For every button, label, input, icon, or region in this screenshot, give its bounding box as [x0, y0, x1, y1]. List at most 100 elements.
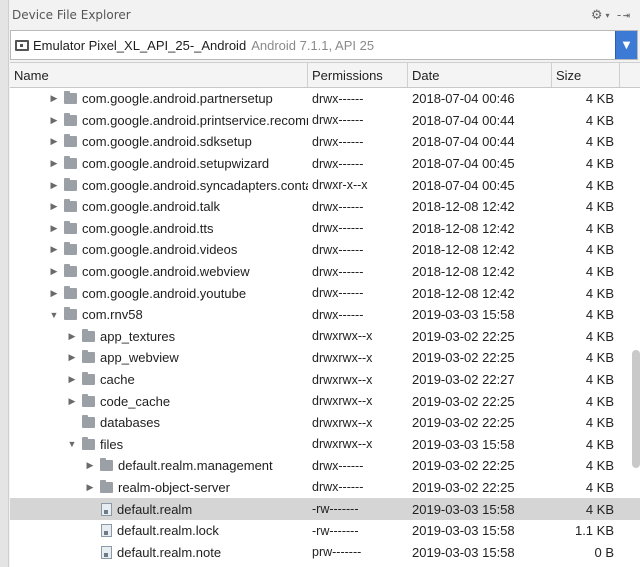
collapsed-arrow-icon[interactable]: ▶	[48, 287, 60, 299]
column-header-size[interactable]: Size	[552, 63, 620, 87]
folder-icon	[82, 415, 95, 429]
collapsed-arrow-icon[interactable]: ▶	[48, 158, 60, 170]
tree-row-size: 4 KB	[585, 134, 614, 150]
tree-row-permissions: drwx------	[312, 221, 364, 236]
tree-row-permissions: -rw-------	[312, 502, 359, 517]
collapsed-arrow-icon[interactable]: ▶	[48, 114, 60, 126]
tree-row-size: 4 KB	[585, 479, 614, 495]
folder-icon	[82, 350, 95, 364]
tree-row[interactable]: ▶ com.google.android.syncadapters.contact…	[10, 174, 640, 196]
collapsed-arrow-icon[interactable]: ▶	[48, 93, 60, 105]
panel-title: Device File Explorer	[12, 8, 131, 22]
tree-row-label: com.google.android.youtube	[82, 285, 247, 301]
tree-row[interactable]: ▶ com.google.android.printservice.recomme…	[10, 110, 640, 132]
folder-icon	[64, 177, 77, 191]
tree-row[interactable]: ▶ code_cache drwxrwx--x 2019-03-02 22:25 4 K…	[10, 390, 640, 412]
tree-row-size: 4 KB	[585, 501, 614, 517]
tree-row-size: 4 KB	[585, 436, 614, 452]
tree-row-label: com.rnv58	[82, 307, 143, 323]
tree-row[interactable]: ▼ com.rnv58 drwx------ 2019-03-03 15:58 4 KB	[10, 304, 640, 326]
gear-icon[interactable]: ⚙	[591, 8, 603, 23]
tree-row-date: 2019-03-03 15:58	[412, 436, 515, 452]
tree-row[interactable]: ▶ realm-object-server drwx------ 2019-03-02…	[10, 477, 640, 499]
collapsed-arrow-icon[interactable]: ▶	[48, 136, 60, 148]
collapsed-arrow-icon[interactable]: ▶	[84, 481, 96, 493]
tree-row-label: default.realm.management	[118, 458, 273, 474]
expanded-arrow-icon[interactable]: ▼	[66, 438, 78, 450]
tree-row-date: 2018-12-08 12:42	[412, 242, 515, 258]
collapsed-arrow-icon[interactable]: ▶	[48, 266, 60, 278]
tree-row-permissions: drwx------	[312, 307, 364, 322]
tree-row-date: 2019-03-03 15:58	[412, 544, 515, 560]
collapsed-arrow-icon[interactable]: ▶	[48, 201, 60, 213]
folder-icon	[82, 393, 95, 407]
file-icon	[101, 502, 112, 516]
tree-row-date: 2018-12-08 12:42	[412, 220, 515, 236]
collapsed-arrow-icon[interactable]: ▶	[66, 352, 78, 364]
hide-panel-icon[interactable]: -⇥	[616, 8, 630, 22]
tree-row-date: 2019-03-02 22:25	[412, 415, 515, 431]
folder-icon	[64, 112, 77, 126]
device-selector[interactable]: Emulator Pixel_XL_API_25-_Android Androi…	[10, 30, 638, 60]
tree-row-name-cell: default.realm.note	[10, 545, 308, 560]
tree-row-permissions: -rw-------	[312, 523, 359, 538]
column-header-date[interactable]: Date	[408, 63, 552, 87]
tree-row[interactable]: ▼ files drwxrwx--x 2019-03-03 15:58 4 KB	[10, 434, 640, 456]
tree-row-name-cell: ▶ com.google.android.youtube	[10, 285, 308, 301]
tree-row[interactable]: ▶ com.google.android.videos drwx------ 2018…	[10, 239, 640, 261]
tree-row[interactable]: ▶ app_textures drwxrwx--x 2019-03-02 22:25 4…	[10, 326, 640, 348]
column-header-permissions[interactable]: Permissions	[308, 63, 408, 87]
tree-row[interactable]: ▶ app_webview drwxrwx--x 2019-03-02 22:25 4 …	[10, 347, 640, 369]
tree-row-name-cell: ▼ files	[10, 436, 308, 452]
tree-row-size: 4 KB	[585, 285, 614, 301]
tree-row[interactable]: ▶ com.google.android.webview drwx------ 201…	[10, 261, 640, 283]
tree-row-size: 4 KB	[585, 328, 614, 344]
tree-row-name-cell: default.realm	[10, 502, 308, 517]
tree-row-date: 2018-07-04 00:46	[412, 91, 515, 107]
tree-row-size: 4 KB	[585, 307, 614, 323]
tree-row[interactable]: ▶ default.realm.management drwx------ 2019-…	[10, 455, 640, 477]
collapsed-arrow-icon[interactable]: ▶	[66, 395, 78, 407]
collapsed-arrow-icon[interactable]: ▶	[48, 222, 60, 234]
tree-row-permissions: drwx------	[312, 480, 364, 495]
folder-icon	[82, 436, 95, 450]
tree-row[interactable]: ▶ cache drwxrwx--x 2019-03-02 22:27 4 KB	[10, 369, 640, 391]
tree-row-label: realm-object-server	[118, 479, 230, 495]
chevron-down-icon[interactable]: ▾	[606, 11, 610, 20]
tree-row-size: 4 KB	[585, 177, 614, 193]
tree-row[interactable]: ▶ com.google.android.tts drwx------ 2018-12…	[10, 218, 640, 240]
expanded-arrow-icon[interactable]: ▼	[48, 309, 60, 321]
tree-row-permissions: drwx------	[312, 264, 364, 279]
collapsed-arrow-icon[interactable]: ▶	[48, 244, 60, 256]
collapsed-arrow-icon[interactable]: ▶	[66, 374, 78, 386]
tree-row[interactable]: ▶ com.google.android.talk drwx------ 2018-1…	[10, 196, 640, 218]
collapsed-arrow-icon[interactable]: ▶	[48, 179, 60, 191]
vertical-scrollbar[interactable]	[632, 350, 640, 468]
tree-row[interactable]: default.realm -rw------- 2019-03-03 15:58 4…	[10, 498, 640, 520]
tree-row[interactable]: ▶ com.google.android.partnersetup drwx----…	[10, 88, 640, 110]
tree-row-label: default.realm	[117, 501, 193, 517]
tree-row-permissions: drwx------	[312, 113, 364, 128]
tree-row[interactable]: ▶ com.google.android.sdksetup drwx------ 20…	[10, 131, 640, 153]
tree-row[interactable]: ▶ com.google.android.setupwizard drwx-----…	[10, 153, 640, 175]
column-header-name[interactable]: Name	[10, 63, 308, 87]
chevron-down-icon[interactable]: ▼	[615, 31, 637, 59]
tree-row-label: com.google.android.sdksetup	[82, 134, 252, 150]
tree-row-permissions: drwx------	[312, 134, 364, 149]
tree-row-date: 2018-12-08 12:42	[412, 264, 515, 280]
tree-row-permissions: drwx------	[312, 91, 364, 106]
tree-row-label: com.google.android.printservice.recommen…	[82, 112, 308, 128]
tree-row-size: 0 B	[594, 544, 614, 560]
tree-rows: ▶ com.google.android.partnersetup drwx----…	[10, 88, 640, 563]
tree-row[interactable]: ▶ com.google.android.youtube drwx------ 201…	[10, 282, 640, 304]
tree-row-permissions: drwxrwx--x	[312, 329, 373, 344]
tree-row[interactable]: databases drwxrwx--x 2019-03-02 22:25 4 KB	[10, 412, 640, 434]
tree-row[interactable]: default.realm.note prw------- 2019-03-03 1…	[10, 541, 640, 563]
tree-row-name-cell: ▶ app_textures	[10, 328, 308, 344]
tree-row[interactable]: default.realm.lock -rw------- 2019-03-03 1…	[10, 520, 640, 542]
device-file-explorer-panel: Device File Explorer ⚙ ▾ -⇥ Emulator Pix…	[0, 0, 640, 567]
collapsed-arrow-icon[interactable]: ▶	[66, 330, 78, 342]
collapsed-arrow-icon[interactable]: ▶	[84, 460, 96, 472]
